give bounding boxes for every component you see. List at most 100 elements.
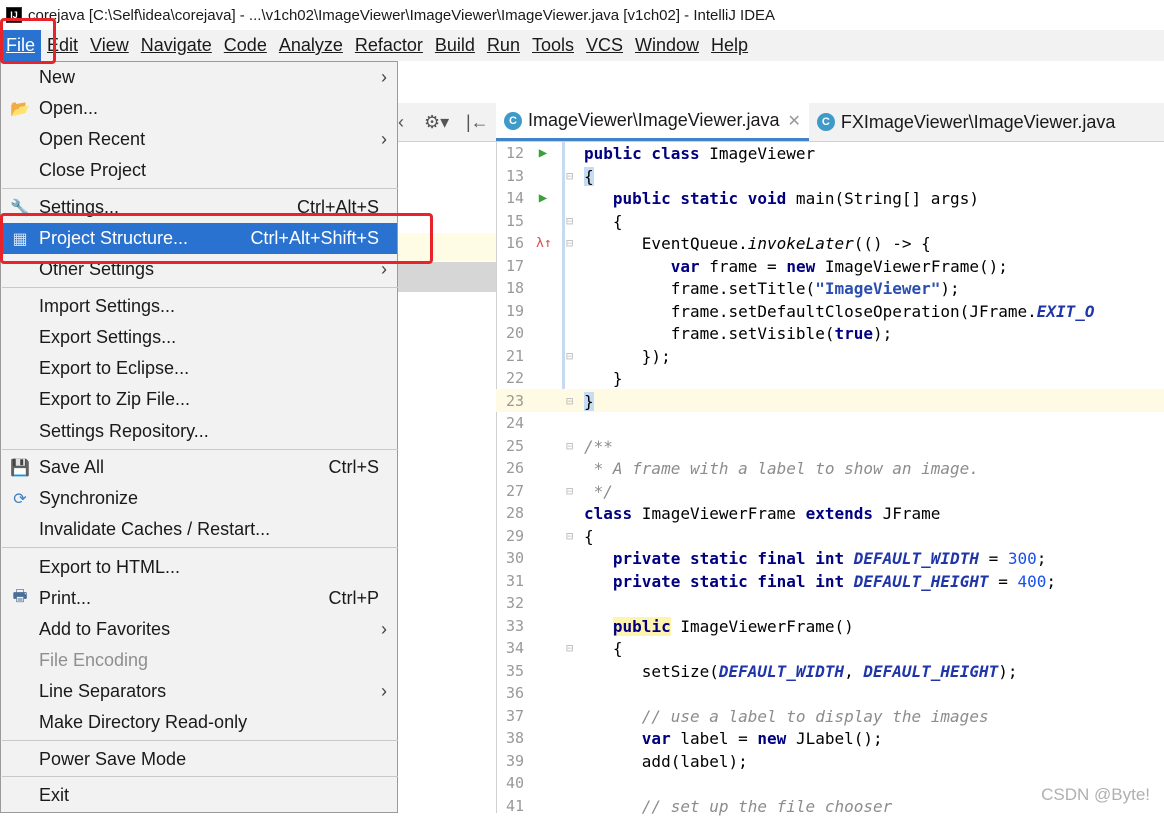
gear-icon[interactable]: ⚙▾ — [424, 112, 449, 133]
code-line: 37 // use a label to display the images — [505, 707, 989, 726]
code-line: 29 ⊟{ — [505, 525, 594, 548]
class-icon: C — [816, 113, 835, 131]
code-line: 14 ▶ public static void main(String[] arg… — [505, 187, 979, 210]
fold-icon[interactable]: ⊟ — [566, 525, 578, 548]
code-line: 20 frame.setVisible(true); — [505, 324, 893, 343]
project-toolbar: ‹ ⚙▾ |← — [398, 103, 496, 142]
code-line: 25 ⊟/** — [505, 435, 613, 458]
code-line: 28 class ImageViewerFrame extends JFrame — [505, 504, 941, 523]
menu-refactor[interactable]: Refactor — [349, 30, 429, 61]
menu-item-open[interactable]: 📂 Open... — [1, 93, 397, 124]
menu-item-add-to-favorites[interactable]: Add to Favorites › — [1, 614, 397, 645]
annotation-file-menu-highlight — [0, 18, 56, 64]
fold-icon[interactable]: ⊟ — [566, 345, 578, 368]
code-line: 38 var label = new JLabel(); — [505, 729, 883, 748]
code-line: 36 — [505, 684, 524, 702]
code-line: 13 ⊟{ — [505, 165, 594, 188]
run-icon[interactable]: ▶ — [536, 187, 550, 210]
menu-item-synchronize[interactable]: ⟳ Synchronize — [1, 483, 397, 514]
file-menu-dropdown: New › 📂 Open... Open Recent › Close Project… — [0, 61, 398, 813]
code-line: 23 ⊟} — [505, 390, 594, 413]
fold-icon[interactable]: ⊟ — [566, 637, 578, 660]
close-icon[interactable]: ✕ — [787, 111, 800, 131]
tab-label: FXImageViewer\ImageViewer.java — [840, 111, 1116, 132]
window-title: corejava [C:\Self\idea\corejava] - ...\v… — [28, 6, 776, 24]
code-line: 22 } — [505, 369, 623, 388]
menu-item-export-settings[interactable]: Export Settings... — [1, 322, 397, 353]
chevron-right-icon: › — [381, 67, 387, 87]
menu-item-print[interactable]: 🖶 Print... Ctrl+P — [1, 583, 397, 614]
menu-code[interactable]: Code — [218, 30, 273, 61]
menu-item-file-encoding: File Encoding — [39, 650, 149, 670]
code-line: 39 add(label); — [505, 752, 748, 771]
print-icon: 🖶 — [12, 588, 28, 605]
menu-item-import-settings[interactable]: Import Settings... — [1, 291, 397, 322]
code-line: 19 frame.setDefaultCloseOperation(JFrame… — [505, 302, 1095, 321]
editor-tabs: C ImageViewer\ImageViewer.java ✕ C FXIma… — [496, 103, 1164, 142]
menu-item-close-project[interactable]: Close Project — [1, 155, 397, 186]
code-line: 24 — [505, 414, 524, 432]
menu-item-export-to-eclipse[interactable]: Export to Eclipse... — [1, 353, 397, 384]
fold-icon[interactable]: ⊟ — [566, 390, 578, 413]
menu-tools[interactable]: Tools — [526, 30, 580, 61]
tab-label: ImageViewer\ImageViewer.java — [528, 110, 780, 130]
menu-item-settings-repository[interactable]: Settings Repository... — [1, 416, 397, 447]
menu-separator — [2, 287, 398, 288]
tab-fximageviewer[interactable]: C FXImageViewer\ImageViewer.java — [809, 103, 1123, 141]
menu-item-power-save-mode[interactable]: Power Save Mode — [1, 744, 397, 775]
menu-bar: File Edit View Navigate Code Analyze Ref… — [0, 30, 1164, 61]
lambda-icon[interactable]: λ↑ — [536, 232, 552, 255]
menu-item-export-to-zip[interactable]: Export to Zip File... — [1, 384, 397, 415]
chevron-right-icon: › — [381, 619, 387, 639]
menu-help[interactable]: Help — [705, 30, 754, 61]
menu-window[interactable]: Window — [629, 30, 705, 61]
fold-icon[interactable]: ⊟ — [566, 232, 578, 255]
fold-icon[interactable]: ⊟ — [566, 480, 578, 503]
menu-separator — [2, 740, 398, 741]
code-line: 34 ⊟ { — [505, 637, 623, 660]
fold-icon[interactable]: ⊟ — [566, 435, 578, 458]
menu-view[interactable]: View — [84, 30, 135, 61]
folder-icon: 📂 — [10, 100, 30, 118]
code-line: 31 private static final int DEFAULT_HEIG… — [505, 572, 1057, 591]
menu-item-new[interactable]: New › — [1, 62, 397, 93]
fold-icon[interactable]: ⊟ — [566, 210, 578, 233]
menu-build[interactable]: Build — [429, 30, 481, 61]
menu-analyze[interactable]: Analyze — [273, 30, 349, 61]
menu-vcs[interactable]: VCS — [580, 30, 629, 61]
sync-icon: ⟳ — [13, 490, 27, 508]
watermark: CSDN @Byte! — [1041, 785, 1150, 804]
code-line: 26 * A frame with a label to show an ima… — [505, 459, 979, 478]
menu-separator — [2, 776, 398, 777]
code-line: 16 λ↑ ⊟ EventQueue.invokeLater(() -> { — [505, 232, 931, 255]
code-line: 32 — [505, 594, 524, 612]
menu-item-make-directory-read-only[interactable]: Make Directory Read-only — [1, 707, 397, 738]
collapse-icon[interactable]: ‹ — [398, 112, 404, 133]
menu-item-export-to-html[interactable]: Export to HTML... — [1, 552, 397, 583]
chevron-right-icon: › — [381, 681, 387, 701]
menu-item-invalidate-caches[interactable]: Invalidate Caches / Restart... — [1, 514, 397, 545]
code-line: 30 private static final int DEFAULT_WIDT… — [505, 549, 1047, 568]
save-icon: 💾 — [10, 459, 30, 477]
project-tree-selection — [398, 262, 496, 292]
fold-icon[interactable]: ⊟ — [566, 165, 578, 188]
menu-separator — [2, 188, 398, 189]
chevron-right-icon: › — [381, 129, 387, 149]
menu-item-save-all[interactable]: 💾 Save All Ctrl+S — [1, 452, 397, 483]
menu-run[interactable]: Run — [481, 30, 526, 61]
tab-imageviewer[interactable]: C ImageViewer\ImageViewer.java ✕ — [496, 103, 809, 141]
run-icon[interactable]: ▶ — [536, 142, 550, 165]
hide-panel-icon[interactable]: |← — [466, 112, 489, 133]
menu-item-open-recent[interactable]: Open Recent › — [1, 124, 397, 155]
menu-item-line-separators[interactable]: Line Separators › — [1, 676, 397, 707]
menu-navigate[interactable]: Navigate — [135, 30, 218, 61]
code-line: 33 public ImageViewerFrame() — [505, 617, 854, 636]
title-bar: IJ corejava [C:\Self\idea\corejava] - ..… — [0, 0, 1164, 30]
menu-separator — [2, 547, 398, 548]
code-line: 12 ▶ public class ImageViewer — [505, 142, 816, 165]
class-icon: C — [504, 111, 522, 130]
code-line: 17 var frame = new ImageViewerFrame(); — [505, 257, 1008, 276]
code-line: 18 frame.setTitle("ImageViewer"); — [505, 279, 960, 298]
menu-item-exit[interactable]: Exit — [1, 780, 397, 811]
code-line: 27 ⊟ */ — [505, 480, 613, 503]
